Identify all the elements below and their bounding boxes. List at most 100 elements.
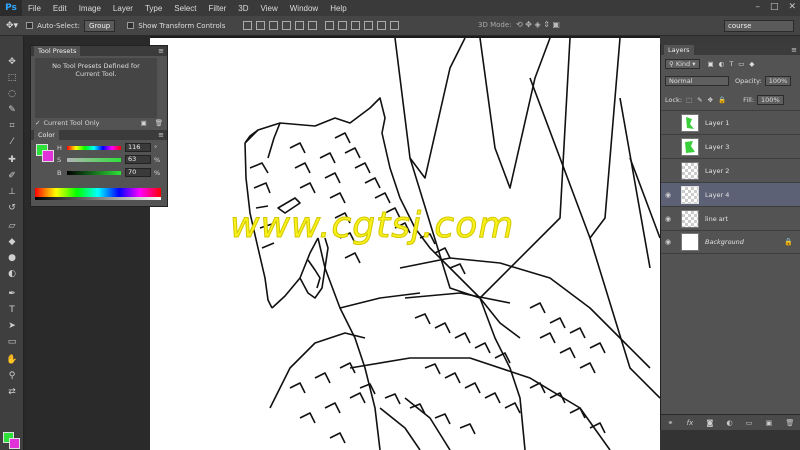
layer-name[interactable]: Layer 1 bbox=[705, 119, 729, 127]
align-right-icon[interactable] bbox=[308, 21, 318, 30]
zoom-tool-icon[interactable]: ⚲ bbox=[4, 370, 20, 382]
eye-icon[interactable]: ◉ bbox=[661, 215, 675, 223]
tool-presets-tab[interactable]: Tool Presets bbox=[34, 46, 81, 56]
fx-icon[interactable]: fx bbox=[687, 419, 694, 427]
distribute-top-icon[interactable] bbox=[325, 21, 335, 30]
maximize-button[interactable]: □ bbox=[770, 2, 779, 12]
clone-stamp-tool-icon[interactable]: ⊥ bbox=[4, 186, 20, 198]
layer-row[interactable]: Layer 2 bbox=[661, 158, 800, 182]
shape-tool-icon[interactable]: ▭ bbox=[4, 336, 20, 348]
layer-name[interactable]: line art bbox=[705, 215, 728, 223]
layer-row[interactable]: Layer 1 bbox=[661, 110, 800, 134]
hand-tool-icon[interactable]: ✋ bbox=[4, 354, 20, 366]
eye-icon[interactable]: ◉ bbox=[661, 238, 675, 246]
distribute-center-icon[interactable] bbox=[377, 21, 387, 30]
lock-icons[interactable]: ⬚✎✥🔒 bbox=[686, 96, 731, 104]
layer-name[interactable]: Layer 2 bbox=[705, 167, 729, 175]
menu-3d[interactable]: 3D bbox=[232, 4, 254, 13]
fill-input[interactable]: 100% bbox=[757, 94, 784, 105]
layer-row[interactable]: Layer 3 bbox=[661, 134, 800, 158]
menu-image[interactable]: Image bbox=[73, 4, 107, 13]
layer-row[interactable]: ◉ line art bbox=[661, 206, 800, 230]
paint-bucket-tool-icon[interactable]: ◆ bbox=[4, 236, 20, 248]
pen-tool-icon[interactable]: ✒ bbox=[4, 288, 20, 300]
current-tool-only-checkbox[interactable]: ✓ bbox=[35, 119, 40, 127]
minimize-button[interactable]: – bbox=[755, 2, 760, 12]
align-bottom-icon[interactable] bbox=[269, 21, 279, 30]
h-value-input[interactable]: 116 bbox=[125, 143, 151, 152]
healing-brush-tool-icon[interactable]: ✚ bbox=[4, 154, 20, 166]
menu-type[interactable]: Type bbox=[139, 4, 168, 13]
folder-icon[interactable]: ▭ bbox=[746, 419, 753, 427]
eyedropper-tool-icon[interactable]: ⁄ bbox=[4, 136, 20, 148]
workspace-dropdown[interactable]: course bbox=[724, 20, 794, 32]
layer-name[interactable]: Background bbox=[705, 238, 744, 246]
menu-help[interactable]: Help bbox=[324, 4, 352, 13]
layer-row-selected[interactable]: ◉ Layer 4 bbox=[661, 182, 800, 206]
b-slider[interactable] bbox=[67, 170, 121, 175]
layers-menu-icon[interactable]: ≡ bbox=[791, 46, 797, 54]
align-middle-icon[interactable] bbox=[256, 21, 266, 30]
distribute-bottom-icon[interactable] bbox=[351, 21, 361, 30]
color-panel-menu-icon[interactable]: ≡ bbox=[158, 131, 164, 139]
eye-icon[interactable]: ◉ bbox=[661, 191, 675, 199]
layers-panel-collapse-bar[interactable] bbox=[660, 36, 800, 44]
marquee-tool-icon[interactable]: ⬚ bbox=[4, 72, 20, 84]
new-layer-icon[interactable]: ▣ bbox=[766, 419, 773, 427]
swap-colors-icon[interactable]: ⇄ bbox=[4, 386, 20, 398]
s-value-input[interactable]: 63 bbox=[125, 155, 151, 164]
menu-filter[interactable]: Filter bbox=[203, 4, 233, 13]
auto-select-checkbox[interactable] bbox=[26, 22, 34, 29]
mask-icon[interactable]: ◙ bbox=[706, 419, 713, 427]
dodge-tool-icon[interactable]: ◐ bbox=[4, 268, 20, 280]
trash-icon[interactable]: 🗑 bbox=[785, 419, 794, 427]
3d-mode-icons[interactable]: ⟲ ✥ ◈ ⇕ ▣ bbox=[516, 20, 560, 29]
color-bg-swatch[interactable] bbox=[42, 150, 54, 162]
layer-name[interactable]: Layer 3 bbox=[705, 143, 729, 151]
blur-tool-icon[interactable]: ● bbox=[4, 252, 20, 264]
menu-window[interactable]: Window bbox=[284, 4, 324, 13]
link-icon[interactable]: ⚭ bbox=[668, 419, 674, 427]
blend-mode-dropdown[interactable]: Normal bbox=[665, 75, 729, 86]
quick-select-tool-icon[interactable]: ✎ bbox=[4, 104, 20, 116]
move-tool-icon[interactable]: ✥ bbox=[4, 56, 20, 68]
new-preset-icon[interactable]: ▣ bbox=[141, 119, 147, 127]
lasso-tool-icon[interactable]: ◌ bbox=[4, 88, 20, 100]
color-spectrum[interactable] bbox=[35, 188, 161, 197]
auto-select-option[interactable]: Auto-Select: bbox=[26, 22, 80, 30]
transform-controls-option[interactable]: Show Transform Controls bbox=[127, 22, 225, 30]
eraser-tool-icon[interactable]: ▱ bbox=[4, 220, 20, 232]
grey-ramp[interactable] bbox=[35, 197, 161, 200]
distribute-middle-icon[interactable] bbox=[338, 21, 348, 30]
align-left-icon[interactable] bbox=[282, 21, 292, 30]
h-slider[interactable] bbox=[67, 145, 121, 150]
menu-select[interactable]: Select bbox=[168, 4, 202, 13]
layers-tab[interactable]: Layers bbox=[664, 44, 694, 55]
align-center-icon[interactable] bbox=[295, 21, 305, 30]
auto-select-dropdown[interactable]: Group bbox=[83, 19, 116, 32]
layer-row[interactable]: ◉ Background 🔒 bbox=[661, 230, 800, 254]
type-tool-icon[interactable]: T bbox=[4, 304, 20, 316]
brush-tool-icon[interactable]: ✐ bbox=[4, 170, 20, 182]
layers-header[interactable]: Layers ≡ bbox=[661, 44, 800, 55]
layer-name[interactable]: Layer 4 bbox=[705, 191, 729, 199]
adjustment-icon[interactable]: ◐ bbox=[726, 419, 732, 427]
menu-layer[interactable]: Layer bbox=[107, 4, 139, 13]
crop-tool-icon[interactable]: ⌗ bbox=[4, 120, 20, 132]
move-tool-icon[interactable]: ✥▾ bbox=[6, 21, 18, 31]
background-color-swatch[interactable] bbox=[9, 438, 20, 449]
tool-presets-header[interactable]: Tool Presets ≡ bbox=[31, 46, 167, 56]
align-top-icon[interactable] bbox=[243, 21, 253, 30]
distribute-right-icon[interactable] bbox=[390, 21, 400, 30]
close-button[interactable]: ✕ bbox=[788, 2, 796, 12]
menu-view[interactable]: View bbox=[255, 4, 284, 13]
color-header[interactable]: Color ≡ bbox=[31, 130, 167, 140]
delete-preset-icon[interactable]: 🗑 bbox=[155, 119, 163, 127]
opacity-input[interactable]: 100% bbox=[764, 75, 792, 86]
b-value-input[interactable]: 70 bbox=[125, 168, 151, 177]
menu-file[interactable]: File bbox=[22, 4, 47, 13]
kind-filter-dropdown[interactable]: ⚲ Kind ▾ bbox=[665, 58, 700, 69]
distribute-left-icon[interactable] bbox=[364, 21, 374, 30]
history-brush-tool-icon[interactable]: ↺ bbox=[4, 202, 20, 214]
panel-menu-icon[interactable]: ≡ bbox=[158, 47, 164, 55]
